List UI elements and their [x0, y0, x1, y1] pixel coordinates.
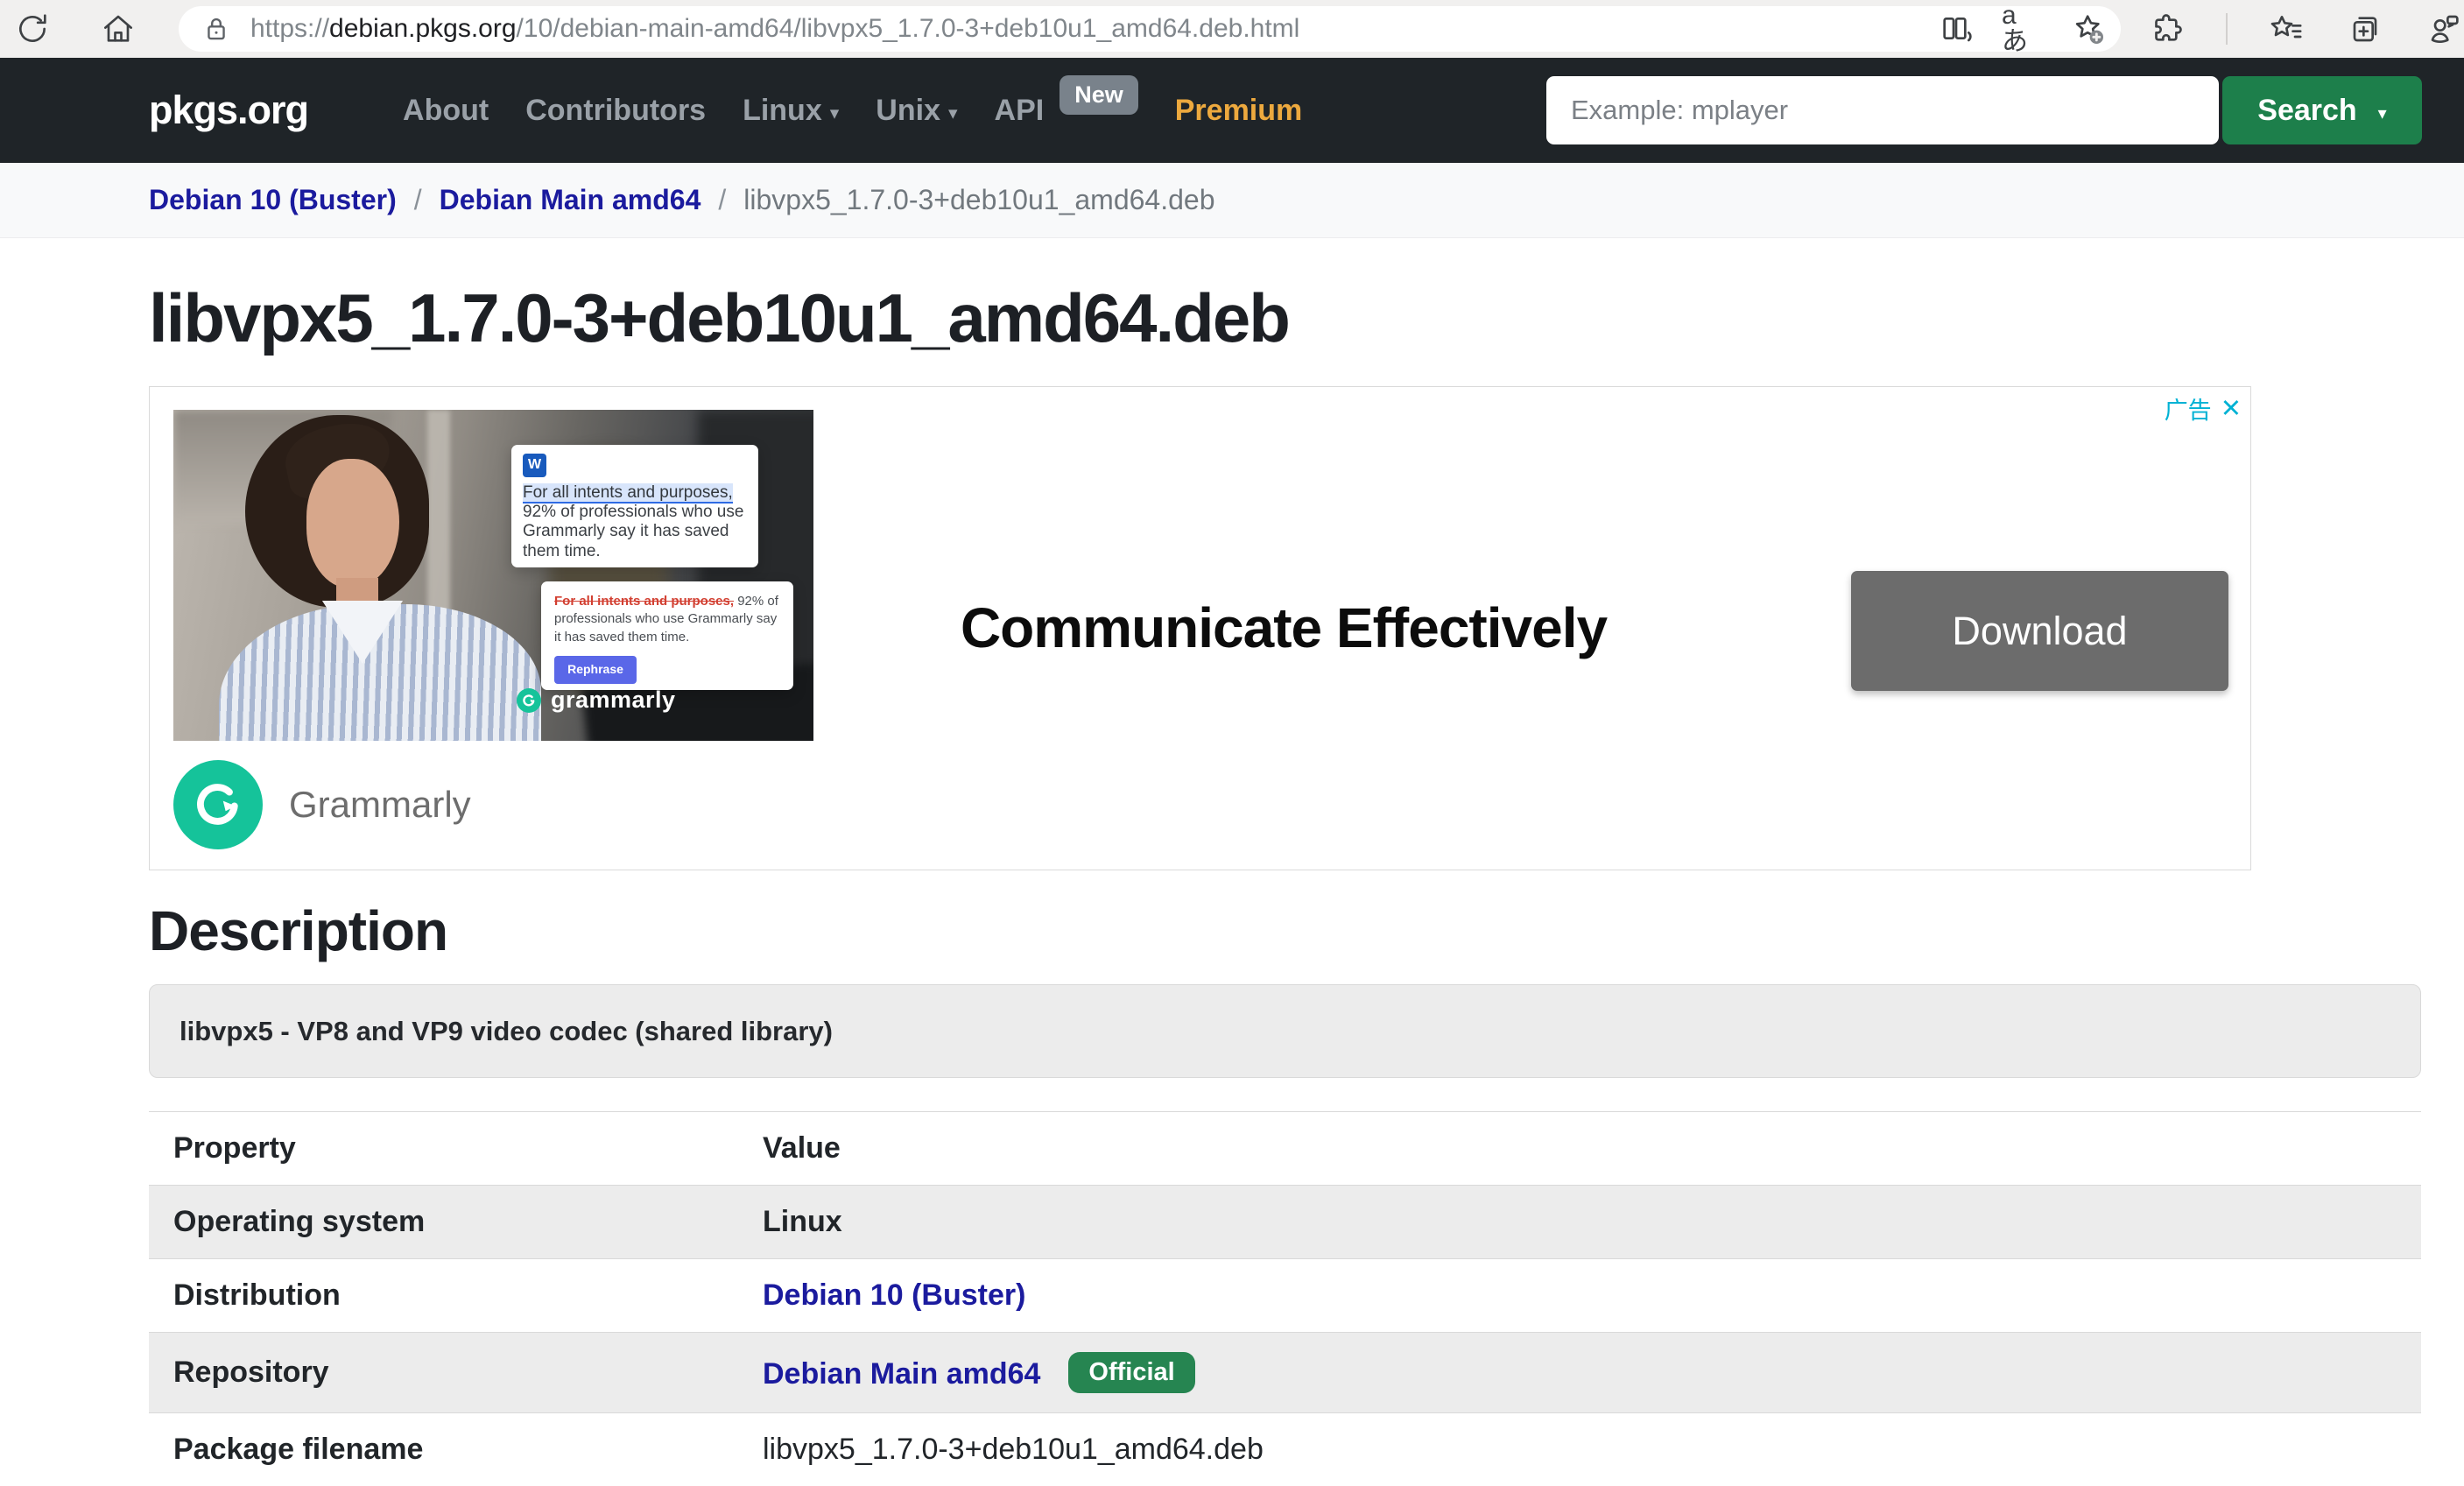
- table-row: Distribution Debian 10 (Buster): [149, 1259, 2421, 1333]
- property-label: Distribution: [149, 1259, 738, 1333]
- nav-unix-dropdown[interactable]: Unix▾: [876, 94, 957, 128]
- breadcrumb-separator: /: [414, 184, 422, 216]
- profile-feedback-icon[interactable]: [2424, 9, 2464, 49]
- property-value: Linux: [738, 1186, 2421, 1259]
- browser-toolbar: https://debian.pkgs.org/10/debian-main-a…: [0, 0, 2464, 58]
- toolbar-divider: [2226, 13, 2228, 45]
- breadcrumb-current: libvpx5_1.7.0-3+deb10u1_amd64.deb: [743, 184, 1214, 216]
- breadcrumb-distribution[interactable]: Debian 10 (Buster): [149, 184, 397, 216]
- chevron-down-icon: ▾: [830, 97, 840, 124]
- favorite-add-icon[interactable]: [2068, 9, 2108, 49]
- ad-label[interactable]: 广告: [2165, 391, 2212, 426]
- official-badge: Official: [1068, 1352, 1194, 1393]
- url-path: /10/debian-main-amd64/libvpx5_1.7.0-3+de…: [517, 14, 1300, 43]
- table-row: Repository Debian Main amd64 Official: [149, 1333, 2421, 1413]
- description-box: libvpx5 - VP8 and VP9 video codec (share…: [149, 984, 2421, 1078]
- download-button[interactable]: Download: [1851, 571, 2228, 691]
- word-icon: W: [523, 454, 546, 477]
- lock-icon: [196, 9, 236, 49]
- table-header-row: Property Value: [149, 1112, 2421, 1186]
- url-text: https://debian.pkgs.org/10/debian-main-a…: [250, 14, 1935, 44]
- nav-contributors[interactable]: Contributors: [525, 94, 706, 128]
- favorites-bar-icon[interactable]: [2266, 9, 2306, 49]
- chevron-down-icon: ▾: [948, 97, 958, 124]
- search-button[interactable]: Search▾: [2222, 76, 2422, 144]
- address-bar[interactable]: https://debian.pkgs.org/10/debian-main-a…: [179, 6, 2121, 52]
- url-domain: debian.pkgs.org: [329, 14, 517, 43]
- repository-link[interactable]: Debian Main amd64: [763, 1357, 1040, 1391]
- ad-headline: Communicate Effectively: [898, 595, 1669, 660]
- read-aloud-icon[interactable]: [1935, 9, 1975, 49]
- extensions-icon[interactable]: [2147, 9, 2187, 49]
- ad-doc-card: W For all intents and purposes, 92% of p…: [511, 445, 758, 567]
- breadcrumb-repository[interactable]: Debian Main amd64: [440, 184, 701, 216]
- advertiser-name: Grammarly: [289, 784, 471, 826]
- grammarly-logo-icon: [173, 760, 263, 849]
- search-box: Search▾: [1546, 76, 2422, 144]
- nav-api[interactable]: API: [995, 94, 1045, 128]
- ad-highlight-text: For all intents and purposes,: [523, 483, 733, 504]
- breadcrumb-separator: /: [718, 184, 726, 216]
- site-logo[interactable]: pkgs.org: [149, 88, 308, 133]
- grammarly-logo-icon: [517, 688, 541, 713]
- distribution-link[interactable]: Debian 10 (Buster): [763, 1278, 1025, 1312]
- ad-advertiser[interactable]: Grammarly: [173, 760, 471, 849]
- ad-photo[interactable]: W For all intents and purposes, 92% of p…: [173, 410, 813, 741]
- property-value: libvpx5_1.7.0-3+deb10u1_amd64.deb: [738, 1413, 2421, 1486]
- properties-table: Property Value Operating system Linux Di…: [149, 1111, 2421, 1486]
- nav-premium[interactable]: Premium: [1175, 94, 1303, 128]
- new-badge: New: [1060, 75, 1138, 115]
- property-label: Repository: [149, 1333, 738, 1413]
- nav-about[interactable]: About: [403, 94, 489, 128]
- close-icon[interactable]: ✕: [2221, 393, 2242, 424]
- search-input[interactable]: [1546, 76, 2219, 144]
- collections-icon[interactable]: [2345, 9, 2385, 49]
- rephrase-button: Rephrase: [554, 656, 637, 684]
- property-label: Package filename: [149, 1413, 738, 1486]
- ad-banner[interactable]: 广告 ✕ W For all intents and purposes, 92%…: [149, 386, 2251, 870]
- grammarly-wordmark: grammarly: [517, 687, 676, 714]
- description-text: libvpx5 - VP8 and VP9 video codec (share…: [180, 1016, 833, 1047]
- chevron-down-icon: ▾: [2378, 97, 2387, 124]
- table-row: Operating system Linux: [149, 1186, 2421, 1259]
- nav-linux-dropdown[interactable]: Linux▾: [743, 94, 839, 128]
- page-title: libvpx5_1.7.0-3+deb10u1_amd64.deb: [149, 278, 2421, 358]
- breadcrumb: Debian 10 (Buster) / Debian Main amd64 /…: [0, 163, 2464, 238]
- column-header-value: Value: [738, 1112, 2421, 1186]
- translate-icon[interactable]: aあ: [2002, 9, 2042, 49]
- home-icon[interactable]: [98, 9, 138, 49]
- reload-icon[interactable]: [12, 9, 53, 49]
- ad-strike-text: For all intents and purposes,: [554, 594, 734, 609]
- table-row: Package filename libvpx5_1.7.0-3+deb10u1…: [149, 1413, 2421, 1486]
- description-heading: Description: [149, 898, 2421, 963]
- ad-suggestion-card: For all intents and purposes, 92% of pro…: [541, 581, 793, 690]
- url-scheme: https://: [250, 14, 329, 43]
- column-header-property: Property: [149, 1112, 738, 1186]
- site-navbar: pkgs.org About Contributors Linux▾ Unix▾…: [0, 58, 2464, 163]
- property-label: Operating system: [149, 1186, 738, 1259]
